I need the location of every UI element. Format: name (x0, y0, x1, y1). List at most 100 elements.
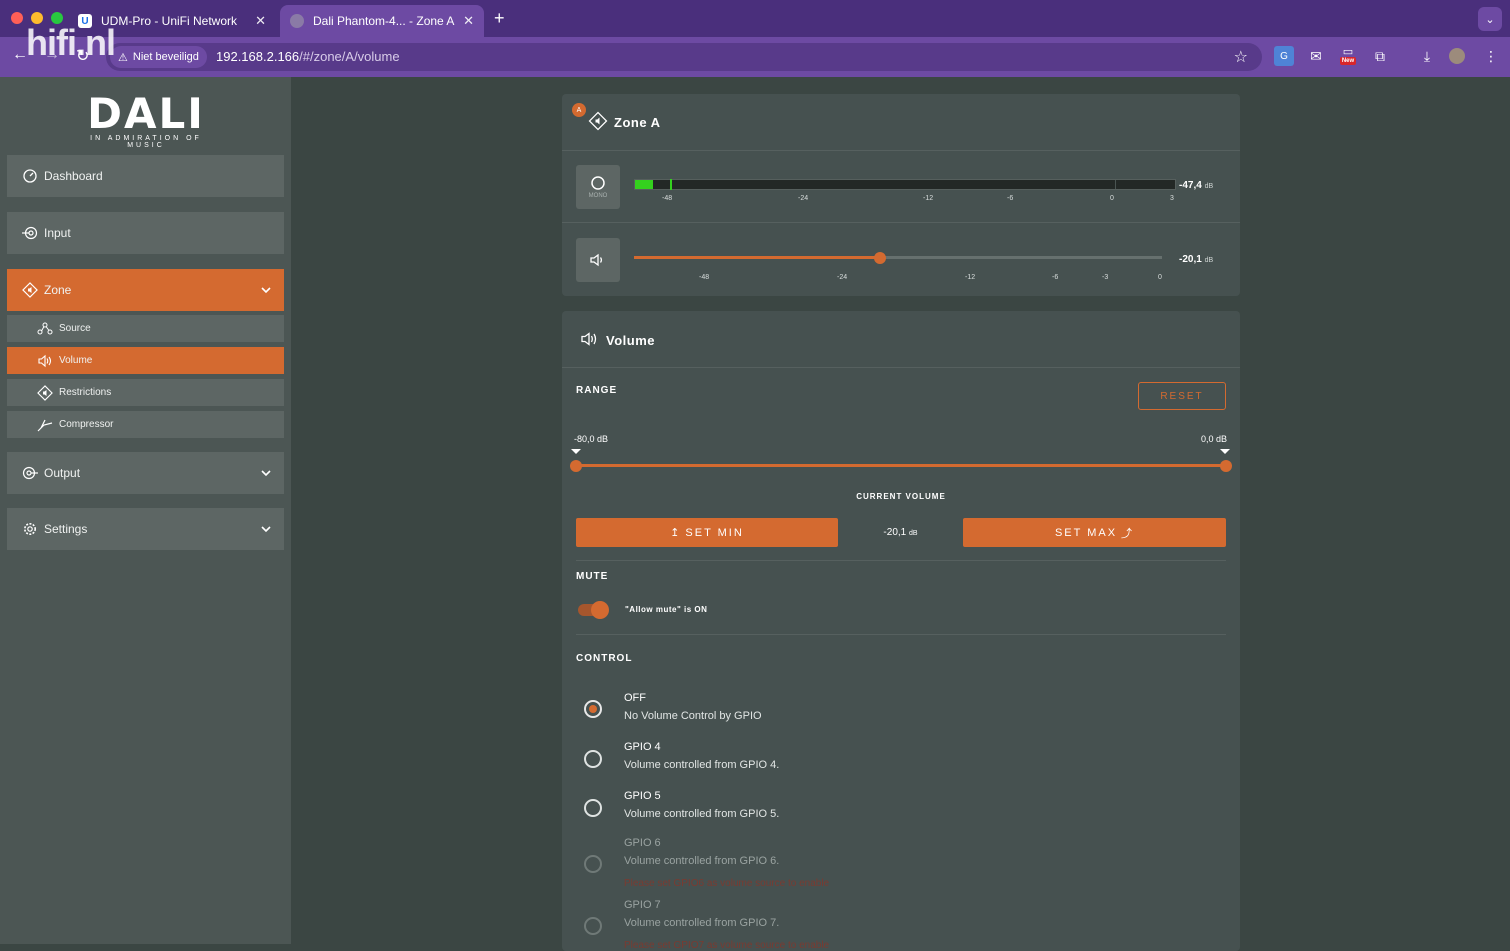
browser-tab-dali[interactable]: Dali Phantom-4... - Zone A ✕ (280, 5, 484, 37)
tab-title: Dali Phantom-4... - Zone A (313, 14, 455, 28)
zone-card: A Zone A MONO -48 -24 -12 -6 0 3 -47,4 dB -48… (562, 94, 1240, 296)
sidebar-subitem-compressor[interactable]: Compressor (7, 411, 284, 438)
zone-volume-slider-knob[interactable] (873, 251, 886, 264)
volume-tick-label: -48 (699, 274, 710, 281)
meter-zero-tick (1115, 180, 1116, 189)
volume-tick-label: -24 (837, 274, 848, 281)
range-max-marker (1220, 449, 1230, 454)
address-bar[interactable]: ⚠ Niet beveiligd 192.168.2.166/#/zone/A/… (106, 43, 1262, 71)
gear-icon (22, 521, 38, 537)
translate-icon[interactable]: G (1274, 46, 1294, 66)
set-max-button[interactable]: SET MAX ⤴ (963, 518, 1226, 547)
radio-gpio-6 (584, 855, 602, 873)
option-title: GPIO 5 (624, 790, 661, 802)
option-warning: Please set GPIO7 as volume source to ena… (624, 940, 830, 951)
range-max-label: 0,0 dB (1200, 434, 1227, 444)
sidebar-subitem-source[interactable]: Source (7, 315, 284, 342)
zone-icon (22, 282, 38, 298)
reset-button[interactable]: RESET (1138, 382, 1226, 410)
option-description: Volume controlled from GPIO 5. (624, 808, 780, 820)
chevron-down-icon (260, 467, 272, 482)
range-min-label: -80,0 dB (574, 434, 609, 444)
input-icon (22, 225, 38, 241)
speaker-icon (580, 331, 600, 350)
sidebar-subitem-label: Source (59, 323, 91, 334)
current-volume-unit: dB (909, 530, 918, 537)
zone-volume-slider-fill (634, 256, 880, 259)
meter-tick-label: 0 (1110, 195, 1114, 202)
mute-status-text: "Allow mute" is ON (625, 605, 708, 614)
tab-close-icon[interactable]: ✕ (255, 13, 266, 29)
allow-mute-toggle[interactable] (578, 601, 609, 619)
sidebar-item-zone[interactable]: Zone (7, 269, 284, 311)
mono-label: MONO (588, 193, 608, 199)
range-max-handle[interactable] (1220, 459, 1232, 472)
meter-value: -47,4 (1179, 180, 1202, 191)
divider (562, 150, 1240, 151)
meter-tick-label: -6 (1007, 195, 1014, 202)
zone-volume-unit: dB (1204, 257, 1214, 264)
profile-avatar[interactable] (1449, 48, 1465, 64)
zone-volume-readout: -20,1 dB (1179, 254, 1213, 265)
range-slider[interactable] (570, 459, 1232, 472)
warning-triangle-icon: ⚠ (118, 51, 128, 64)
sidebar-subitem-restrictions[interactable]: Restrictions (7, 379, 284, 406)
range-min-handle[interactable] (570, 459, 582, 472)
arrow-up-corner-icon: ↥ (670, 527, 682, 539)
radio-gpio-5[interactable] (584, 799, 602, 817)
sidebar-item-label: Zone (44, 283, 72, 297)
restrictions-icon (37, 384, 53, 401)
mute-speaker-button[interactable] (576, 238, 620, 282)
sidebar-item-settings[interactable]: Settings (7, 508, 284, 550)
volume-tick-label: -3 (1102, 274, 1109, 281)
zone-volume-slider[interactable] (634, 251, 1162, 264)
extensions-puzzle-icon[interactable]: ⧉ (1370, 46, 1390, 66)
mute-heading: MUTE (576, 571, 609, 582)
url-text[interactable]: 192.168.2.166/#/zone/A/volume (216, 49, 400, 64)
speaker-icon (37, 353, 53, 369)
url-path: /#/zone/A/volume (299, 49, 400, 64)
radio-gpio-4[interactable] (584, 750, 602, 768)
sidebar-item-dashboard[interactable]: Dashboard (7, 155, 284, 197)
sidebar-item-output[interactable]: Output (7, 452, 284, 494)
volume-title: Volume (580, 331, 655, 350)
sidebar-item-label: Settings (44, 522, 88, 536)
volume-title-text: Volume (606, 333, 655, 348)
tab-search-chevron-icon[interactable]: ⌄ (1478, 7, 1502, 31)
sidebar-subitem-label: Compressor (59, 419, 114, 430)
sidebar-subitem-label: Volume (59, 355, 93, 366)
volume-settings-card: Volume RANGE RESET -80,0 dB 0,0 dB CURRE… (562, 311, 1240, 951)
zone-icon (588, 111, 608, 134)
divider (576, 634, 1226, 635)
sidebar-item-input[interactable]: Input (7, 212, 284, 254)
tab-close-icon[interactable]: ✕ (463, 13, 474, 29)
control-heading: CONTROL (576, 653, 633, 664)
set-min-button[interactable]: ↥ SET MIN (576, 518, 838, 547)
divider (562, 367, 1240, 368)
mono-toggle-button[interactable]: MONO (576, 165, 620, 209)
security-indicator[interactable]: ⚠ Niet beveiligd (110, 46, 207, 68)
sidebar-item-label: Dashboard (44, 169, 103, 183)
gauge-icon (22, 168, 38, 184)
current-volume-heading: CURRENT VOLUME (856, 492, 946, 501)
new-badge: New (1339, 57, 1357, 65)
volume-tick-label: -6 (1052, 274, 1059, 281)
bookmark-star-icon[interactable]: ☆ (1234, 47, 1248, 67)
option-warning: Please set GPIO6 as volume source to ena… (624, 878, 830, 889)
browser-menu-icon[interactable]: ⋮ (1481, 46, 1501, 66)
option-description: Volume controlled from GPIO 4. (624, 759, 780, 771)
mail-icon[interactable]: ✉ (1306, 46, 1326, 66)
option-title: OFF (624, 692, 646, 704)
close-window-button[interactable] (11, 12, 23, 24)
extension-new-icon[interactable]: ▭ New (1338, 46, 1358, 66)
new-tab-button[interactable]: + (494, 8, 505, 29)
sidebar-subitem-volume[interactable]: Volume (7, 347, 284, 374)
option-title: GPIO 6 (624, 837, 661, 849)
dali-logo[interactable]: DALI IN ADMIRATION OF MUSIC (72, 93, 220, 150)
option-description: No Volume Control by GPIO (624, 710, 762, 722)
radio-off[interactable] (584, 700, 602, 718)
browser-toolbar: ← → ↻ ⚠ Niet beveiligd 192.168.2.166/#/z… (0, 37, 1510, 77)
volume-tick-label: -12 (965, 274, 976, 281)
current-volume-readout: -20,1 dB (838, 527, 963, 538)
download-icon[interactable]: ⤓ (1417, 46, 1437, 66)
